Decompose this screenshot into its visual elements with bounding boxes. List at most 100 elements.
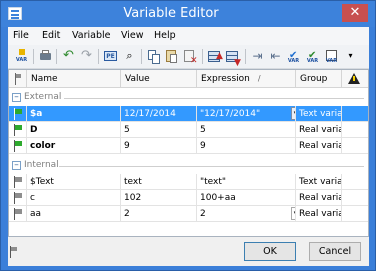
flag-icon: [13, 124, 23, 136]
toolbar-separator: [245, 49, 246, 64]
find-icon[interactable]: ⌕: [121, 48, 138, 65]
flag-cell: [9, 122, 27, 138]
grid-header: Name Value Expression / Group: [9, 70, 368, 88]
menu-edit[interactable]: Edit: [42, 30, 60, 41]
expression-cell[interactable]: "12/17/2014" ▼: [197, 106, 296, 122]
group-cell[interactable]: Text variables: [296, 174, 342, 190]
close-button[interactable]: ✕: [342, 4, 368, 22]
move-down-icon[interactable]: ▼: [224, 48, 241, 68]
menu-variable[interactable]: Variable: [72, 30, 110, 41]
flag-cell: [9, 174, 27, 190]
copy-icon[interactable]: [145, 48, 162, 65]
flag-icon: [13, 176, 23, 188]
group-cell[interactable]: Real variables: [296, 122, 342, 138]
toolbar-separator: [33, 49, 34, 64]
redo-icon[interactable]: ↷: [78, 48, 95, 65]
menu-bar: File Edit Variable View Help: [8, 27, 369, 45]
name-cell[interactable]: $a: [27, 106, 121, 122]
group-internal: – Internal: [9, 158, 368, 174]
table-row[interactable]: $a 12/17/2014 "12/17/2014" ▼ Text variab…: [9, 106, 368, 122]
collapse-external-button[interactable]: –: [12, 93, 21, 102]
expression-text: 2: [200, 209, 206, 219]
move-up-icon[interactable]: ▲: [206, 48, 223, 65]
name-cell[interactable]: c: [27, 190, 121, 206]
client-area: File Edit Variable View Help VAR ↶ ↷ PE …: [8, 27, 369, 266]
value-cell[interactable]: 2: [121, 206, 197, 222]
variables-grid: Name Value Expression / Group – External: [8, 69, 369, 237]
group-cell[interactable]: Real variables: [296, 138, 342, 154]
var-export-icon[interactable]: ✔ VAR: [304, 48, 321, 65]
expression-text: "12/17/2014": [200, 109, 261, 119]
insert-row-icon[interactable]: ⇥: [249, 48, 266, 65]
warning-cell: [342, 138, 368, 154]
value-cell[interactable]: text: [121, 174, 197, 190]
divider: [64, 98, 364, 99]
toolbar-overflow-icon[interactable]: ▾: [342, 48, 359, 65]
flag-cell: [9, 106, 27, 122]
toolbar-separator: [56, 49, 57, 64]
flag-icon: [13, 140, 23, 152]
warning-cell: [342, 206, 368, 222]
table-row[interactable]: color 9 9 Real variables: [9, 138, 368, 154]
table-row[interactable]: $Text text "text" Text variables: [9, 174, 368, 190]
expression-cell[interactable]: "text": [197, 174, 296, 190]
expression-cell[interactable]: 9: [197, 138, 296, 154]
toolbar-separator: [202, 49, 203, 64]
paste-icon[interactable]: [163, 48, 180, 65]
value-cell[interactable]: 12/17/2014: [121, 106, 197, 122]
group-external: – External: [9, 90, 368, 106]
undo-icon[interactable]: ↶: [60, 48, 77, 65]
group-label: Internal: [24, 160, 59, 170]
value-cell[interactable]: 102: [121, 190, 197, 206]
expression-cell[interactable]: 100+aa: [197, 190, 296, 206]
warning-cell: [342, 106, 368, 122]
collapse-internal-button[interactable]: –: [12, 161, 21, 170]
table-row[interactable]: D 5 5 Real variables: [9, 122, 368, 138]
flag-icon: [13, 192, 23, 204]
value-cell[interactable]: 9: [121, 138, 197, 154]
column-group[interactable]: Group: [296, 70, 342, 88]
toolbar: VAR ↶ ↷ PE ⌕ ✕ ▲ ▼ ⇥ ⇤ ✔ VAR ✔ VAR VAR ▾: [8, 45, 369, 69]
property-editor-icon[interactable]: PE: [102, 48, 119, 65]
header-flag-icon: [9, 70, 27, 88]
new-variable-icon[interactable]: VAR: [13, 48, 30, 65]
group-cell[interactable]: Real variables: [296, 206, 342, 222]
ok-button[interactable]: OK: [244, 242, 296, 261]
expression-cell[interactable]: 2 ▼: [197, 206, 296, 222]
name-cell[interactable]: aa: [27, 206, 121, 222]
column-expression-label: Expression: [201, 74, 250, 84]
column-expression[interactable]: Expression /: [197, 70, 296, 88]
value-cell[interactable]: 5: [121, 122, 197, 138]
var-import-icon[interactable]: VAR: [323, 48, 340, 65]
expression-cell[interactable]: 5: [197, 122, 296, 138]
var-check-icon[interactable]: ✔ VAR: [285, 48, 302, 65]
menu-file[interactable]: File: [13, 30, 29, 41]
column-value[interactable]: Value: [121, 70, 197, 88]
group-label: External: [24, 92, 62, 102]
cancel-button[interactable]: Cancel: [309, 242, 361, 261]
flag-cell: [9, 190, 27, 206]
warning-cell: [342, 190, 368, 206]
menu-help[interactable]: Help: [154, 30, 176, 41]
window-title: Variable Editor: [123, 6, 219, 21]
insert-after-icon[interactable]: ⇤: [267, 48, 284, 65]
print-icon[interactable]: [37, 48, 54, 65]
title-bar[interactable]: Variable Editor ✕: [1, 1, 375, 27]
delete-icon[interactable]: ✕: [181, 48, 198, 66]
column-name[interactable]: Name: [27, 70, 121, 88]
table-row[interactable]: c 102 100+aa Real variables: [9, 190, 368, 206]
group-cell[interactable]: Text variables: [296, 106, 342, 122]
name-cell[interactable]: D: [27, 122, 121, 138]
group-cell[interactable]: Real variables: [296, 190, 342, 206]
name-cell[interactable]: $Text: [27, 174, 121, 190]
column-warning[interactable]: [342, 70, 368, 88]
name-cell[interactable]: color: [27, 138, 121, 154]
flag-icon: [13, 108, 23, 120]
menu-view[interactable]: View: [121, 30, 144, 41]
table-row[interactable]: aa 2 2 ▼ Real variables: [9, 206, 368, 222]
dialog-footer: OK Cancel: [8, 237, 369, 266]
flag-cell: [9, 138, 27, 154]
warning-cell: [342, 174, 368, 190]
status-icons: [9, 245, 23, 259]
toolbar-separator: [141, 49, 142, 64]
